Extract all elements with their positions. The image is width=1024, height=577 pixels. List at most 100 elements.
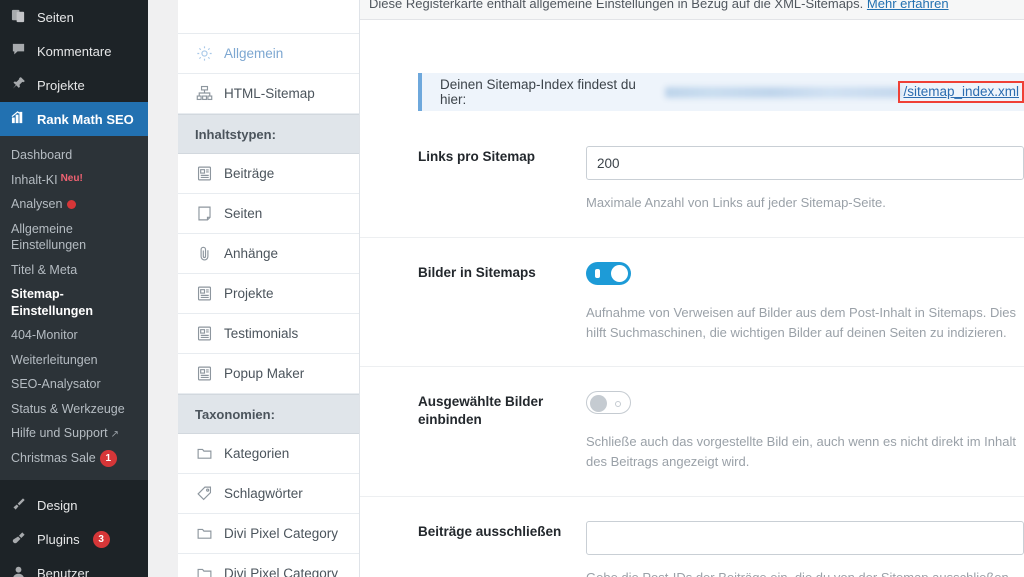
sitemap-index-highlight: /sitemap_index.xml [898,81,1024,103]
sidebar-item-benutzer[interactable]: Benutzer [0,557,148,577]
sidebar-item-label: Christmas Sale [11,450,96,465]
sidebar-item-label: Projekte [37,77,85,93]
post-icon [195,164,214,183]
nav-item-label: Popup Maker [224,366,305,381]
sidebar-item-inhalt-ki[interactable]: Inhalt-KI Neu! [0,168,148,193]
nav-item-seiten[interactable]: Seiten [178,194,359,234]
nav-item-divi-pixel-category-2[interactable]: Divi Pixel Category [178,554,359,577]
admin-screen: Seiten Kommentare Projekte Rank Math SEO… [0,0,1024,577]
nav-item-anhaenge[interactable]: Anhänge [178,234,359,274]
sidebar-item-allgemeine-einstellungen[interactable]: Allgemeine Einstellungen [0,217,148,258]
notification-dot-icon [67,200,77,210]
nav-top-spacer [178,0,359,34]
sitemap-general-settings-panel: Diese Registerkarte enthält allgemeine E… [360,0,1024,577]
sidebar-item-weiterleitungen[interactable]: Weiterleitungen [0,348,148,373]
sidebar-item-dashboard[interactable]: Dashboard [0,143,148,168]
gear-icon [195,44,214,63]
nav-item-label: Divi Pixel Category [224,566,339,577]
field-ausgewaehlte-bilder-einbinden: Ausgewählte Bilder einbinden Schließe au… [360,366,1024,472]
redacted-site-url [664,87,902,98]
links-per-sitemap-input[interactable] [586,146,1024,180]
exclude-posts-input[interactable] [586,520,1024,555]
tab-description-notice: Diese Registerkarte enthält allgemeine E… [360,0,1024,20]
sidebar-item-status-werkzeuge[interactable]: Status & Werkzeuge [0,397,148,422]
new-tag: Neu! [60,172,83,184]
nav-item-divi-pixel-category-1[interactable]: Divi Pixel Category [178,514,359,554]
nav-item-projekte[interactable]: Projekte [178,274,359,314]
sidebar-item-projekte[interactable]: Projekte [0,68,148,102]
sidebar-item-design[interactable]: Design [0,489,148,523]
nav-item-label: Anhänge [224,246,279,261]
wp-admin-sidebar: Seiten Kommentare Projekte Rank Math SEO… [0,0,148,577]
external-link-icon: ↗ [110,429,119,440]
field-label: Links pro Sitemap [418,149,536,164]
sitemap-settings-nav: Allgemein HTML-Sitemap Inhaltstypen: Bei… [178,0,360,577]
nav-item-popup-maker[interactable]: Popup Maker [178,354,359,394]
pin-icon [9,76,28,94]
sidebar-item-label: 404-Monitor [11,328,78,342]
layout-gap [148,0,178,577]
sidebar-item-kommentare[interactable]: Kommentare [0,34,148,68]
sidebar-item-analysen[interactable]: Analysen [0,192,148,217]
sidebar-item-label: SEO-Analysator [11,377,101,391]
field-links-pro-sitemap: Links pro Sitemap Maximale Anzahl von Li… [360,146,1024,213]
sidebar-item-label: Design [37,498,78,514]
nav-item-beitraege[interactable]: Beiträge [178,154,359,194]
sitemap-index-info-box: Deinen Sitemap-Index findest du hier: /s… [418,73,1024,111]
nav-item-label: Divi Pixel Category [224,526,339,541]
sidebar-item-plugins[interactable]: Plugins 3 [0,523,148,557]
sitemap-index-text: Deinen Sitemap-Index findest du hier: [440,77,636,107]
sidebar-item-seiten[interactable]: Seiten [0,0,148,34]
toggle-track-mark [615,401,621,408]
sidebar-item-label: Analysen [11,197,63,211]
sidebar-item-label: Allgemeine Einstellungen [11,221,87,253]
nav-item-label: Testimonials [224,326,299,341]
post-icon [195,284,214,303]
sidebar-item-label: Sitemap-Einstellungen [11,287,93,318]
sidebar-item-404-monitor[interactable]: 404-Monitor [0,323,148,348]
sidebar-item-label: Status & Werkzeuge [11,401,125,416]
field-description: Gebe die Post-IDs der Beiträge ein, die … [586,568,1024,577]
sidebar-item-label: Hilfe und Support [11,426,108,440]
toggle-knob [590,395,607,413]
include-featured-images-toggle[interactable] [586,391,631,415]
nav-item-label: HTML-Sitemap [224,86,315,101]
page-icon [195,204,214,223]
sidebar-item-label: Titel & Meta [11,262,78,277]
plugins-plug-icon [9,531,28,549]
sidebar-item-label: Seiten [37,9,74,25]
nav-item-html-sitemap[interactable]: HTML-Sitemap [178,74,359,114]
nav-item-schlagwoerter[interactable]: Schlagwörter [178,474,359,514]
sidebar-item-sitemap-einstellungen[interactable]: Sitemap-Einstellungen [0,282,148,323]
sitemap-index-link[interactable]: /sitemap_index.xml [903,84,1019,99]
count-badge: 3 [92,531,110,549]
sidebar-item-titel-meta[interactable]: Titel & Meta [0,258,148,283]
learn-more-link[interactable]: Mehr erfahren [867,0,949,11]
nav-heading-label: Inhaltstypen: [195,126,276,142]
tag-icon [195,484,214,503]
images-in-sitemaps-toggle[interactable] [586,261,631,285]
sidebar-item-rank-math-seo[interactable]: Rank Math SEO [0,102,148,136]
field-label: Beiträge ausschließen [418,523,562,539]
sidebar-item-christmas-sale[interactable]: Christmas Sale 1 [0,446,148,471]
sidebar-item-label: Dashboard [11,148,73,162]
field-description: Schließe auch das vorgestellte Bild ein,… [586,434,1016,469]
field-label: Ausgewählte Bilder einbinden [418,394,544,428]
toggle-track-mark [595,268,600,278]
pages-icon [9,8,28,26]
nav-item-testimonials[interactable]: Testimonials [178,314,359,354]
field-beitraege-ausschliessen: Beiträge ausschließen Gebe die Post-IDs … [360,495,1024,577]
sidebar-item-seo-analysator[interactable]: SEO-Analysator [0,372,148,397]
nav-item-kategorien[interactable]: Kategorien [178,434,359,474]
tab-description-text: Diese Registerkarte enthält allgemeine E… [369,0,864,11]
folder-icon [195,524,214,543]
sidebar-item-label: Weiterleitungen [11,352,98,367]
nav-item-allgemein[interactable]: Allgemein [178,34,359,74]
comments-icon [9,42,28,60]
rank-math-submenu: Dashboard Inhalt-KI Neu! Analysen Allgeme… [0,136,148,480]
folder-icon [195,444,214,463]
sidebar-item-hilfe-und-support[interactable]: Hilfe und Support ↗ [0,421,148,446]
sidebar-divider [0,479,148,489]
nav-item-label: Schlagwörter [224,486,303,501]
